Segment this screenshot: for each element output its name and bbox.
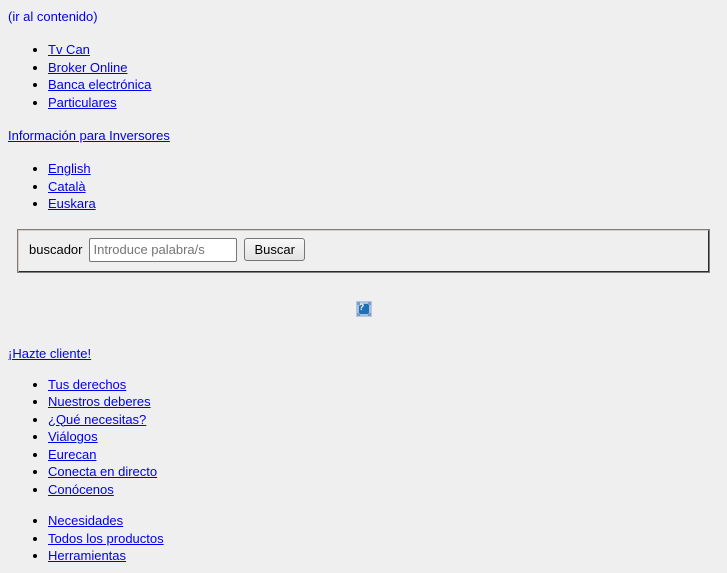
products-link-herramientas[interactable]: Herramientas — [48, 548, 126, 563]
broken-image-corner — [367, 302, 371, 306]
search-form: buscador Buscar — [17, 228, 710, 273]
search-form-row: buscador Buscar — [29, 237, 698, 262]
broken-image-corner — [367, 313, 371, 317]
nav-link-particulares[interactable]: Particulares — [48, 95, 117, 110]
list-item: Nuestros deberes — [48, 393, 719, 411]
language-navigation-list: English Català Euskara — [8, 160, 719, 213]
list-item: Conecta en directo — [48, 463, 719, 481]
search-submit-button[interactable]: Buscar — [244, 238, 305, 261]
broken-image-corner — [356, 313, 360, 317]
list-item: Conócenos — [48, 481, 719, 499]
client-link-que-necesitas[interactable]: ¿Qué necesitas? — [48, 412, 146, 427]
client-link-nuestros-deberes[interactable]: Nuestros deberes — [48, 394, 151, 409]
skip-to-content-row: (ir al contenido) — [8, 8, 719, 25]
nav-link-banca-electronica[interactable]: Banca electrónica — [48, 77, 151, 92]
list-item: Tus derechos — [48, 376, 719, 394]
list-item: Viálogos — [48, 428, 719, 446]
list-item: Necesidades — [48, 512, 719, 530]
broken-image-icon: ? — [355, 301, 372, 318]
list-item: Broker Online — [48, 59, 719, 77]
client-link-tus-derechos[interactable]: Tus derechos — [48, 377, 126, 392]
list-item: Eurecan — [48, 446, 719, 464]
list-item: Herramientas — [48, 547, 719, 565]
products-link-todos-los-productos[interactable]: Todos los productos — [48, 531, 164, 546]
investors-link[interactable]: Información para Inversores — [8, 128, 170, 143]
list-item: Particulares — [48, 94, 719, 112]
client-link-conecta-en-directo[interactable]: Conecta en directo — [48, 464, 157, 479]
client-link-conocenos[interactable]: Conócenos — [48, 482, 114, 497]
investors-row: Información para Inversores — [8, 127, 719, 144]
client-link-vialogos[interactable]: Viálogos — [48, 429, 98, 444]
search-input[interactable] — [89, 237, 238, 262]
client-navigation-list: Tus derechos Nuestros deberes ¿Qué neces… — [8, 376, 719, 499]
language-link-catala[interactable]: Català — [48, 179, 86, 194]
language-link-english[interactable]: English — [48, 161, 91, 176]
list-item: Banca electrónica — [48, 76, 719, 94]
skip-to-content-link[interactable]: (ir al contenido) — [8, 9, 98, 24]
search-label: buscador — [29, 242, 83, 257]
broken-image-corner — [356, 302, 360, 306]
list-item: Tv Can — [48, 41, 719, 59]
list-item: Euskara — [48, 195, 719, 213]
list-item: English — [48, 160, 719, 178]
list-item: Català — [48, 178, 719, 196]
client-link-eurecan[interactable]: Eurecan — [48, 447, 96, 462]
page-root: (ir al contenido) Tv Can Broker Online B… — [0, 0, 727, 573]
products-link-necesidades[interactable]: Necesidades — [48, 513, 123, 528]
nav-link-tv-can[interactable]: Tv Can — [48, 42, 90, 57]
language-link-euskara[interactable]: Euskara — [48, 196, 96, 211]
top-navigation-list: Tv Can Broker Online Banca electrónica P… — [8, 41, 719, 111]
become-client-row: ¡Hazte cliente! — [8, 345, 719, 362]
become-client-link[interactable]: ¡Hazte cliente! — [8, 346, 91, 361]
list-item: Todos los productos — [48, 530, 719, 548]
logo-row: ? — [8, 298, 719, 320]
products-navigation-list: Necesidades Todos los productos Herramie… — [8, 512, 719, 565]
nav-link-broker-online[interactable]: Broker Online — [48, 60, 127, 75]
list-item: ¿Qué necesitas? — [48, 411, 719, 429]
